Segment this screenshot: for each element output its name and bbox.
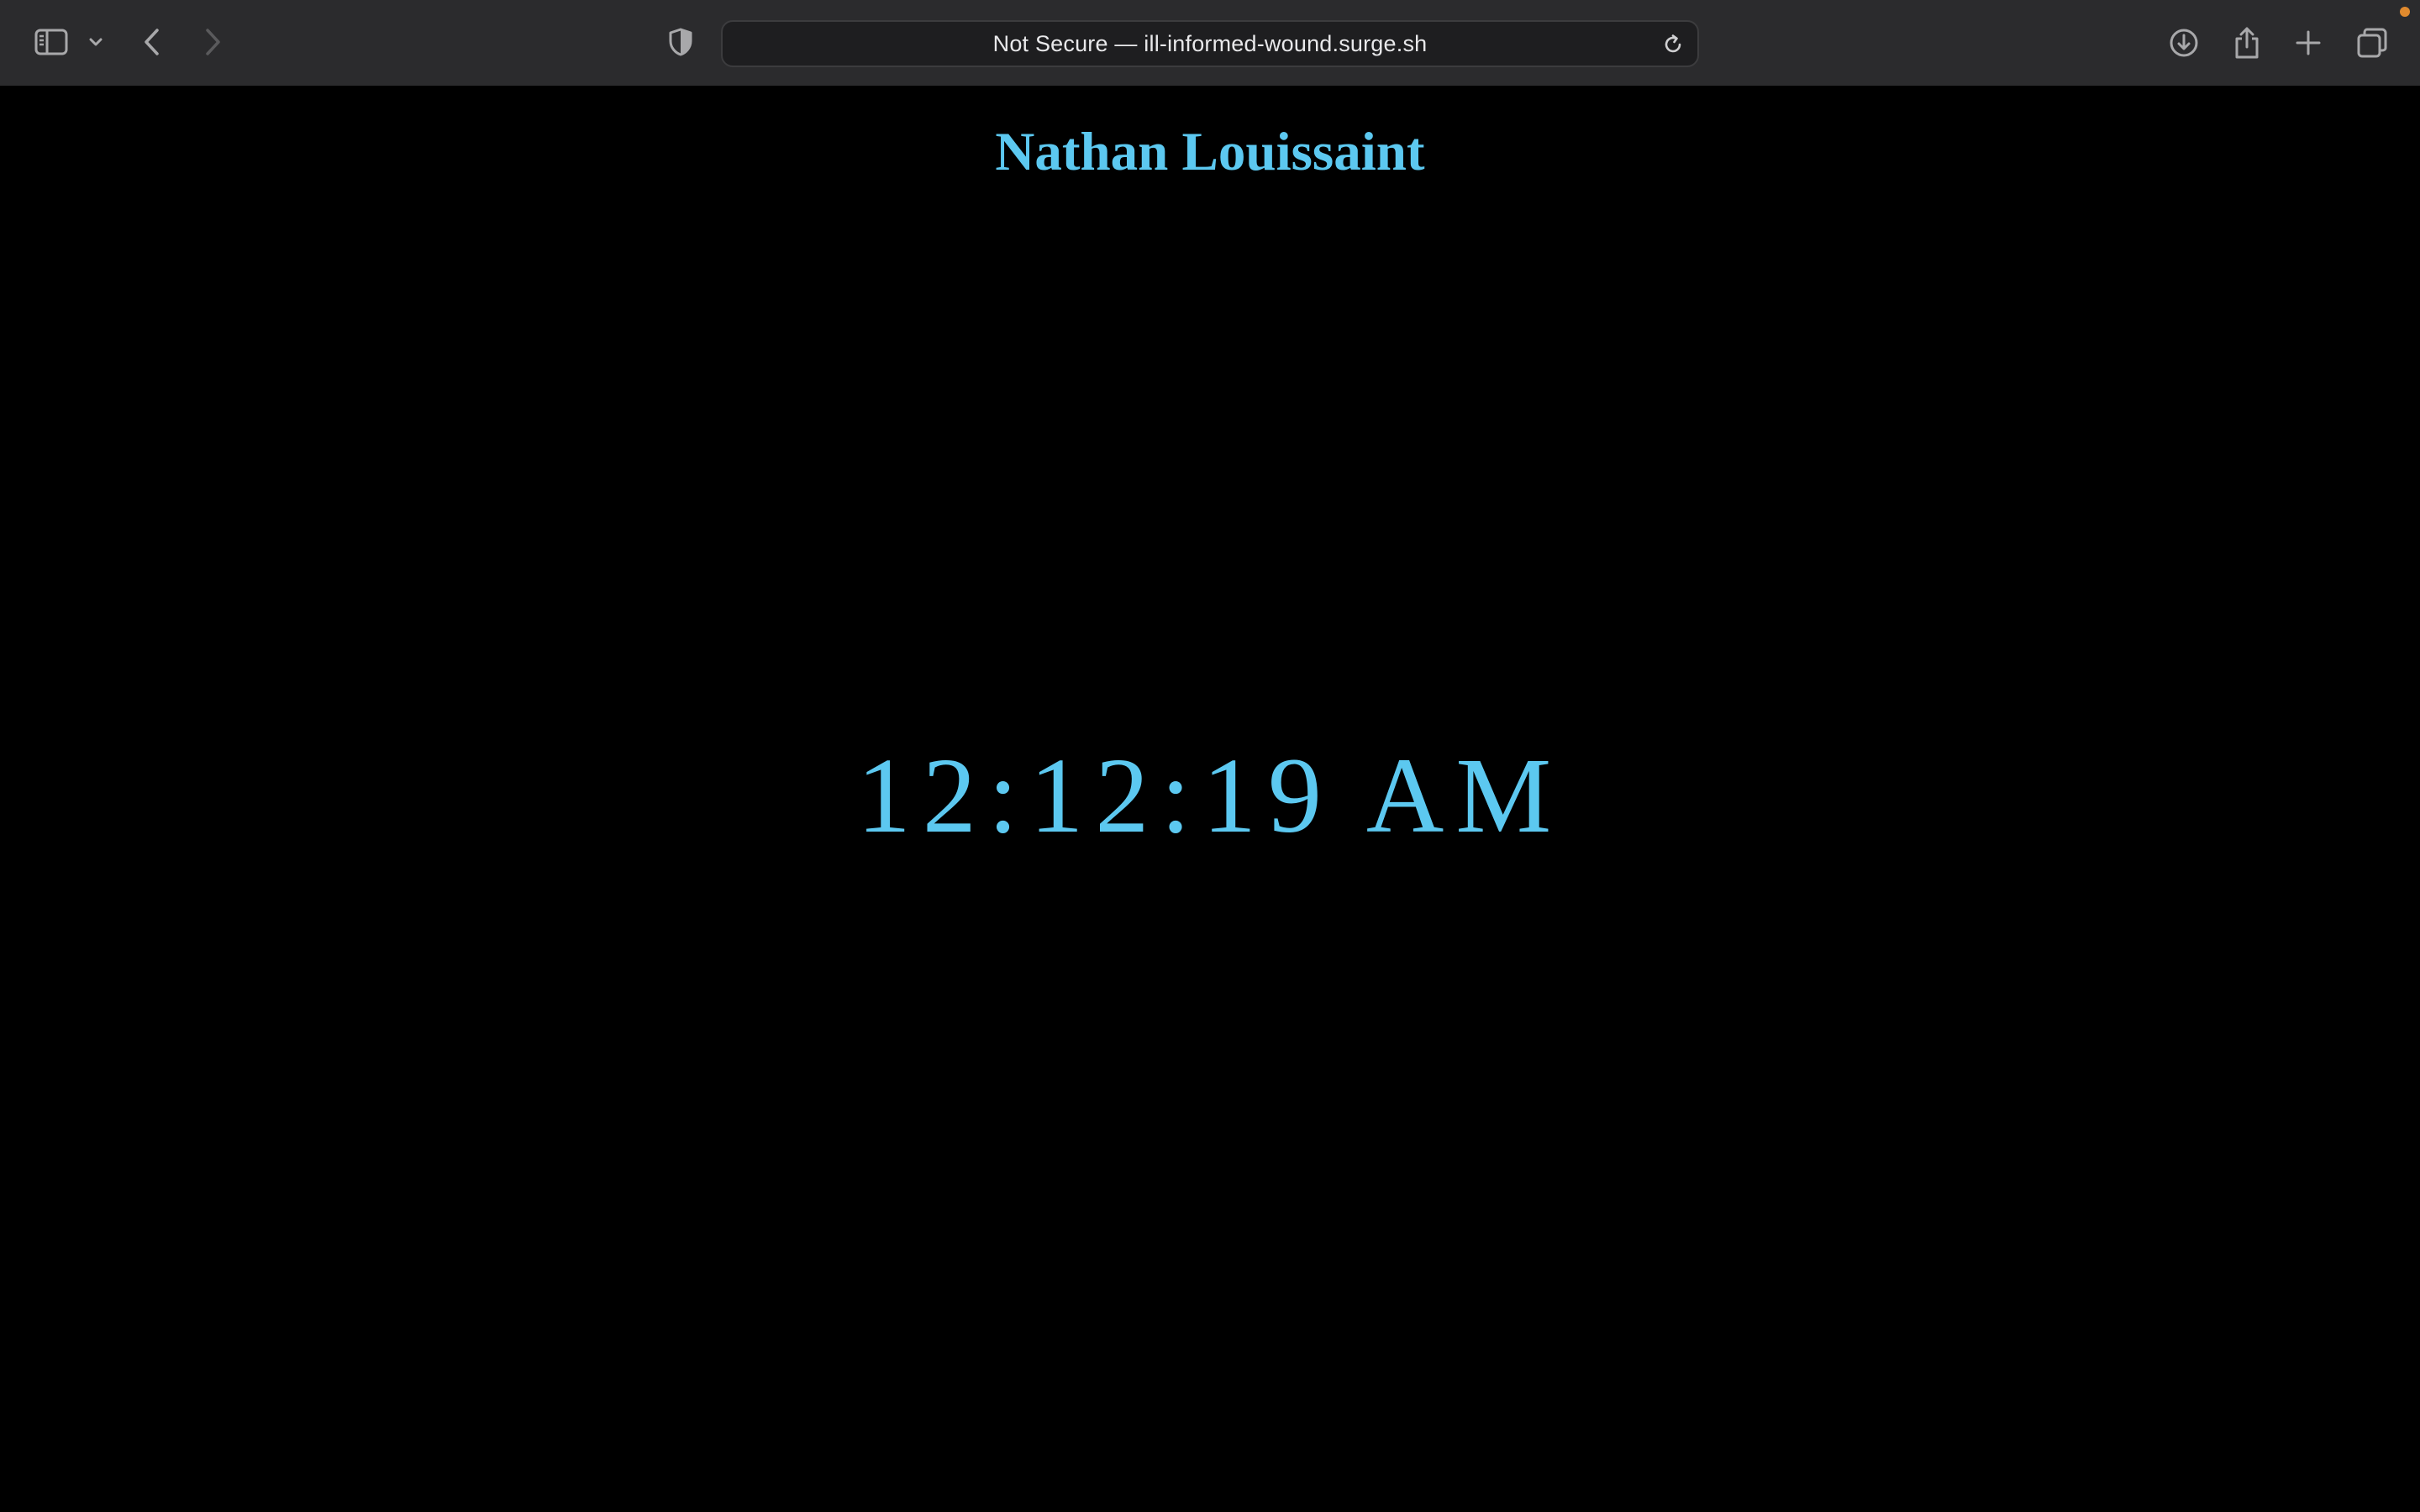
share-icon xyxy=(2235,27,2259,59)
notification-dot xyxy=(2400,7,2410,17)
tab-overview-button[interactable] xyxy=(2354,25,2390,60)
reload-button[interactable] xyxy=(1660,32,1686,57)
address-bar-text: Not Secure — ill-informed-wound.surge.sh xyxy=(992,30,1428,56)
sidebar-icon xyxy=(34,29,68,55)
back-arrow-icon xyxy=(145,29,159,55)
downloads-button[interactable] xyxy=(2166,25,2202,60)
download-icon xyxy=(2170,29,2198,57)
shield-icon xyxy=(669,28,692,56)
tabs-overview-icon xyxy=(2357,28,2387,58)
share-button[interactable] xyxy=(2230,24,2264,62)
page-content: Nathan Louissaint 12:12:19 AM xyxy=(0,87,2420,1512)
chevron-down-icon xyxy=(89,38,103,46)
back-button[interactable] xyxy=(138,25,166,59)
sidebar-toggle-button[interactable] xyxy=(32,25,71,59)
reload-icon xyxy=(1665,34,1681,53)
browser-toolbar: Not Secure — ill-informed-wound.surge.sh xyxy=(0,0,2420,87)
page-title: Nathan Louissaint xyxy=(995,122,1425,182)
forward-button[interactable] xyxy=(198,25,227,59)
forward-arrow-icon xyxy=(206,29,220,55)
new-tab-button[interactable] xyxy=(2292,27,2324,59)
tab-group-dropdown-button[interactable] xyxy=(86,32,106,52)
privacy-report-button[interactable] xyxy=(666,25,696,59)
digital-clock: 12:12:19 AM xyxy=(856,736,1564,855)
plus-icon xyxy=(2296,30,2321,55)
address-bar[interactable]: Not Secure — ill-informed-wound.surge.sh xyxy=(721,20,1699,67)
